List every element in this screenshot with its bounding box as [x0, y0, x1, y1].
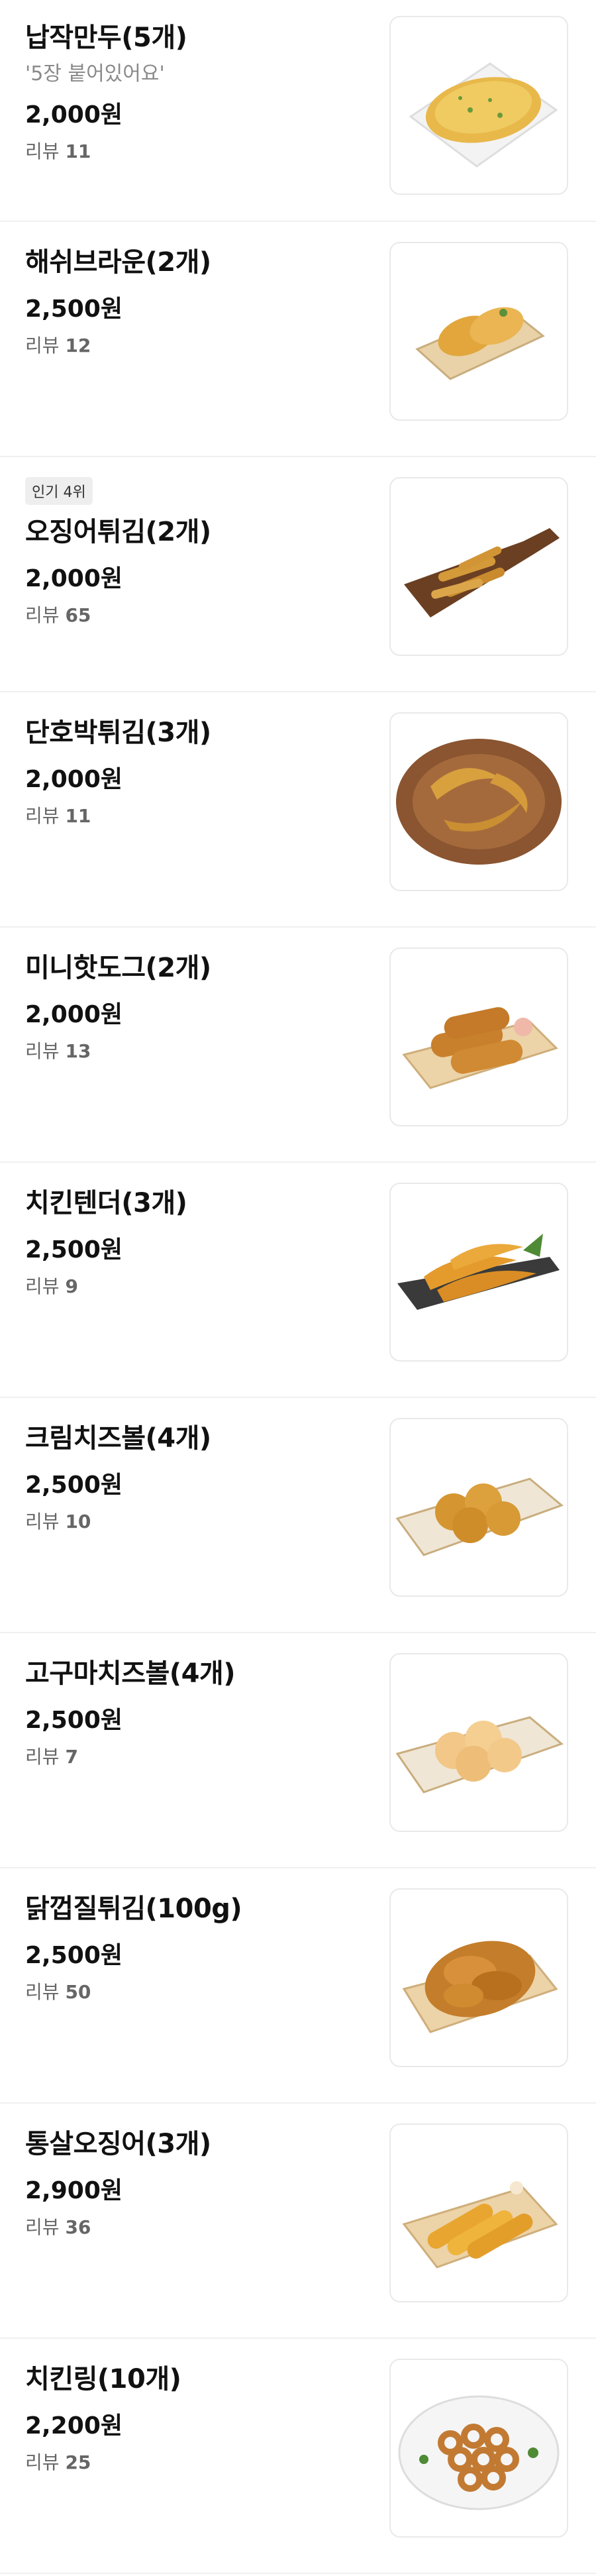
review-count: 9: [65, 1275, 78, 1297]
menu-item-name: 오징어튀김(2개): [25, 517, 211, 547]
menu-item-name: 해쉬브라운(2개): [25, 247, 211, 278]
review-count: 13: [65, 1040, 91, 1062]
menu-item-price: 2,900원: [25, 2177, 123, 2204]
review-count: 25: [65, 2451, 91, 2473]
menu-item-price: 2,500원: [25, 1236, 123, 1263]
review-label: 리뷰: [25, 1981, 60, 2003]
menu-item-info: 인기 4위 오징어튀김(2개) 2,000원 리뷰 65: [25, 477, 370, 627]
menu-item-chicken-tender[interactable]: 치킨텐더(3개) 2,500원 리뷰 9: [0, 1163, 596, 1398]
review-label: 리뷰: [25, 1511, 60, 1532]
menu-item-info: 닭껍질튀김(100g) 2,500원 리뷰 50: [25, 1891, 370, 2004]
menu-item-price: 2,000원: [25, 565, 123, 592]
menu-item-price: 2,000원: [25, 1001, 123, 1028]
menu-item-name: 미니핫도그(2개): [25, 953, 211, 983]
menu-item-info: 치킨링(10개) 2,200원 리뷰 25: [25, 2361, 370, 2474]
chicken-ring-photo[interactable]: [389, 2359, 568, 2538]
flat-dumplings-photo[interactable]: [389, 16, 568, 195]
pumpkin-tempura-photo[interactable]: [389, 712, 568, 891]
menu-item-flat-dumplings[interactable]: 납작만두(5개) '5장 붙어있어요' 2,000원 리뷰 11: [0, 0, 596, 222]
chicken-tender-photo[interactable]: [389, 1183, 568, 1362]
menu-item-info: 납작만두(5개) '5장 붙어있어요' 2,000원 리뷰 11: [25, 20, 370, 163]
menu-item-price: 2,500원: [25, 1942, 123, 1969]
menu-item-name: 통살오징어(3개): [25, 2129, 211, 2159]
review-count: 65: [65, 604, 91, 626]
menu-item-sweet-potato-cheese-ball[interactable]: 고구마치즈볼(4개) 2,500원 리뷰 7: [0, 1633, 596, 1868]
menu-item-name: 크림치즈볼(4개): [25, 1423, 211, 1454]
menu-item-review: 리뷰 12: [25, 335, 370, 357]
review-label: 리뷰: [25, 2451, 60, 2473]
menu-item-review: 리뷰 13: [25, 1040, 370, 1063]
menu-item-price: 2,200원: [25, 2412, 123, 2440]
menu-item-info: 미니핫도그(2개) 2,000원 리뷰 13: [25, 950, 370, 1063]
menu-item-info: 치킨텐더(3개) 2,500원 리뷰 9: [25, 1185, 370, 1298]
menu-item-name: 고구마치즈볼(4개): [25, 1658, 236, 1689]
review-count: 50: [65, 1981, 91, 2003]
menu-item-name: 단호박튀김(3개): [25, 718, 211, 748]
menu-item-cream-cheese-ball[interactable]: 크림치즈볼(4개) 2,500원 리뷰 10: [0, 1398, 596, 1633]
menu-item-name: 닭껍질튀김(100g): [25, 1894, 242, 1924]
review-count: 12: [65, 335, 91, 356]
cream-cheese-ball-photo[interactable]: [389, 1418, 568, 1597]
review-label: 리뷰: [25, 335, 60, 356]
menu-item-info: 단호박튀김(3개) 2,000원 리뷰 11: [25, 715, 370, 828]
review-count: 7: [65, 1746, 78, 1768]
review-label: 리뷰: [25, 1746, 60, 1768]
menu-item-squid-sticks[interactable]: 통살오징어(3개) 2,900원 리뷰 36: [0, 2104, 596, 2339]
menu-item-review: 리뷰 7: [25, 1746, 370, 1768]
menu-item-review: 리뷰 36: [25, 2216, 370, 2239]
menu-item-price: 2,000원: [25, 766, 123, 793]
menu-item-review: 리뷰 25: [25, 2451, 370, 2474]
menu-item-price: 2,000원: [25, 101, 123, 129]
menu-list: 납작만두(5개) '5장 붙어있어요' 2,000원 리뷰 11 해쉬브라운(2…: [0, 0, 596, 2574]
menu-item-review: 리뷰 9: [25, 1275, 370, 1298]
menu-item-description: '5장 붙어있어요': [25, 62, 165, 85]
review-count: 11: [65, 140, 91, 162]
menu-item-review: 리뷰 50: [25, 1981, 370, 2004]
hash-brown-photo[interactable]: [389, 242, 568, 421]
menu-item-price: 2,500원: [25, 295, 123, 323]
menu-item-name: 납작만두(5개): [25, 23, 187, 53]
menu-item-hash-brown[interactable]: 해쉬브라운(2개) 2,500원 리뷰 12: [0, 222, 596, 457]
review-count: 10: [65, 1511, 91, 1532]
menu-item-chicken-ring[interactable]: 치킨링(10개) 2,200원 리뷰 25: [0, 2339, 596, 2574]
popularity-badge: 인기 4위: [25, 477, 93, 505]
menu-item-info: 통살오징어(3개) 2,900원 리뷰 36: [25, 2126, 370, 2239]
menu-item-review: 리뷰 11: [25, 805, 370, 828]
squid-sticks-photo[interactable]: [389, 2123, 568, 2302]
menu-item-info: 해쉬브라운(2개) 2,500원 리뷰 12: [25, 244, 370, 357]
menu-item-review: 리뷰 65: [25, 604, 370, 627]
review-count: 36: [65, 2216, 91, 2238]
review-count: 11: [65, 805, 91, 827]
review-label: 리뷰: [25, 140, 60, 162]
menu-item-review: 리뷰 11: [25, 140, 370, 163]
menu-item-price: 2,500원: [25, 1472, 123, 1499]
review-label: 리뷰: [25, 1275, 60, 1297]
menu-item-pumpkin-tempura[interactable]: 단호박튀김(3개) 2,000원 리뷰 11: [0, 692, 596, 928]
review-label: 리뷰: [25, 1040, 60, 1062]
squid-tempura-photo[interactable]: [389, 477, 568, 656]
menu-item-review: 리뷰 10: [25, 1511, 370, 1533]
menu-item-chicken-skin-fries[interactable]: 닭껍질튀김(100g) 2,500원 리뷰 50: [0, 1868, 596, 2104]
chicken-skin-fries-photo[interactable]: [389, 1888, 568, 2067]
menu-item-squid-tempura[interactable]: 인기 4위 오징어튀김(2개) 2,000원 리뷰 65: [0, 457, 596, 692]
mini-hotdog-photo[interactable]: [389, 947, 568, 1126]
review-label: 리뷰: [25, 805, 60, 827]
menu-item-info: 크림치즈볼(4개) 2,500원 리뷰 10: [25, 1421, 370, 1533]
review-label: 리뷰: [25, 604, 60, 626]
menu-item-name: 치킨링(10개): [25, 2364, 181, 2394]
menu-item-price: 2,500원: [25, 1707, 123, 1734]
menu-item-name: 치킨텐더(3개): [25, 1188, 187, 1218]
review-label: 리뷰: [25, 2216, 60, 2238]
menu-item-info: 고구마치즈볼(4개) 2,500원 리뷰 7: [25, 1656, 370, 1768]
menu-item-mini-hotdog[interactable]: 미니핫도그(2개) 2,000원 리뷰 13: [0, 928, 596, 1163]
sweet-potato-cheese-ball-photo[interactable]: [389, 1653, 568, 1832]
